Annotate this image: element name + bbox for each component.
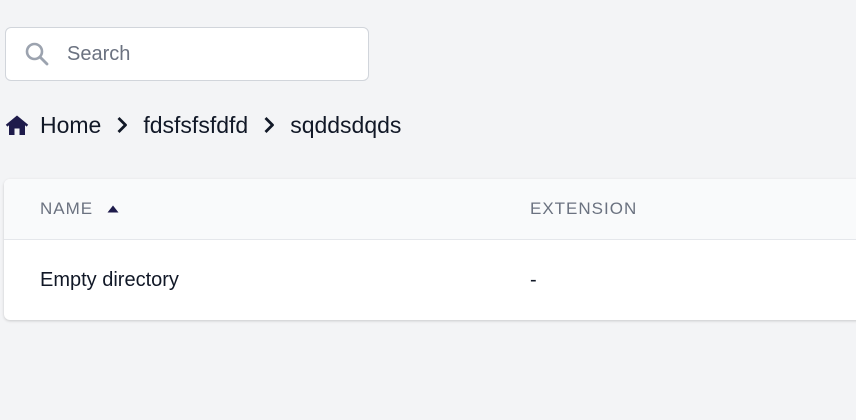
column-header-name-label: Name	[40, 199, 94, 218]
table-row[interactable]: Empty directory -	[4, 240, 856, 320]
column-header-extension-label: Extension	[530, 199, 638, 218]
cell-extension: -	[530, 268, 537, 291]
breadcrumb-item-home[interactable]: Home	[40, 112, 101, 139]
search-box[interactable]	[5, 27, 369, 81]
breadcrumb: Home fdsfsfsfdfd sqddsdqds	[5, 108, 401, 142]
breadcrumb-item-folder[interactable]: fdsfsfsfdfd	[143, 112, 248, 139]
file-table: Name Extension Empty directory -	[4, 179, 856, 320]
column-header-name[interactable]: Name	[40, 179, 119, 239]
cell-name: Empty directory	[40, 268, 179, 291]
search-icon	[23, 40, 51, 68]
chevron-right-icon	[260, 113, 278, 137]
search-input[interactable]	[65, 41, 349, 67]
file-browser-page: Home fdsfsfsfdfd sqddsdqds Name	[0, 0, 856, 420]
breadcrumb-item-current[interactable]: sqddsdqds	[290, 112, 401, 139]
chevron-right-icon	[113, 113, 131, 137]
column-header-extension[interactable]: Extension	[530, 179, 637, 239]
table-header: Name Extension	[4, 179, 856, 240]
home-icon[interactable]	[5, 113, 29, 137]
sort-ascending-icon	[107, 204, 119, 214]
